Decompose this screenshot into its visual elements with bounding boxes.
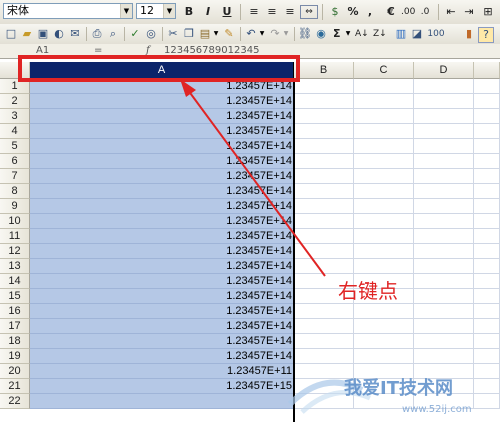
annotation-text: 右键点 — [338, 279, 398, 303]
svg-text:www.52ij.com: www.52ij.com — [402, 404, 472, 415]
annotation-arrow — [180, 79, 326, 277]
watermark-logo: 我爱IT技术网 www.52ij.com — [287, 377, 472, 415]
svg-text:我爱IT技术网: 我爱IT技术网 — [344, 377, 453, 399]
